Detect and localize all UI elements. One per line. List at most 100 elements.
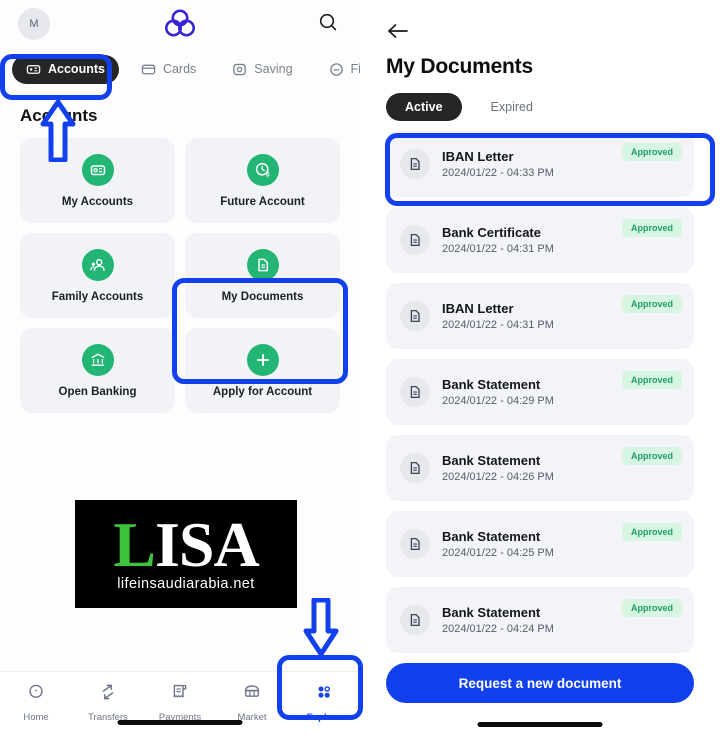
document-icon [400, 377, 430, 407]
document-row[interactable]: IBAN Letter 2024/01/22 - 04:31 PM Approv… [386, 283, 694, 349]
nav-item-market[interactable]: Market [221, 682, 283, 723]
left-app-header: M [0, 0, 360, 48]
document-icon [246, 248, 279, 281]
status-badge: Approved [621, 599, 682, 617]
document-info: Bank Statement 2024/01/22 - 04:25 PM [442, 529, 554, 559]
tab-cards[interactable]: Cards [127, 55, 210, 84]
tile-family-accounts-label: Family Accounts [51, 290, 144, 303]
status-badge: Approved [621, 143, 682, 161]
bottom-navigation: Home Transfers Payments Market Explore [0, 671, 360, 739]
documents-page-title: My Documents [386, 55, 533, 78]
document-info: Bank Statement 2024/01/22 - 04:26 PM [442, 453, 554, 483]
nav-item-transfers[interactable]: Transfers [77, 682, 139, 723]
right-phone-screen: My Documents Active Expired IBAN Letter … [360, 0, 720, 739]
avatar-initial: M [29, 18, 39, 30]
home-indicator-right [477, 722, 603, 727]
page-title: Accounts [20, 106, 98, 125]
screenshot-root: M Accounts Cards Saving Fi Accounts My A… [0, 0, 720, 739]
document-row[interactable]: Bank Certificate 2024/01/22 - 04:31 PM A… [386, 207, 694, 273]
document-row[interactable]: IBAN Letter 2024/01/22 - 04:33 PM Approv… [386, 131, 694, 197]
home-icon [26, 682, 46, 707]
document-name: Bank Certificate [442, 225, 541, 240]
nav-item-explore[interactable]: Explore [293, 682, 355, 723]
status-badge: Approved [621, 523, 682, 541]
credit-card-icon [141, 62, 156, 77]
tile-my-accounts-label: My Accounts [61, 195, 134, 208]
document-icon [400, 149, 430, 179]
back-button[interactable] [360, 10, 720, 45]
nav-item-home[interactable]: Home [5, 682, 67, 723]
document-row[interactable]: Bank Statement 2024/01/22 - 04:25 PM App… [386, 511, 694, 577]
document-info: Bank Statement 2024/01/22 - 04:24 PM [442, 605, 554, 635]
document-row[interactable]: Bank Statement 2024/01/22 - 04:29 PM App… [386, 359, 694, 425]
document-info: Bank Certificate 2024/01/22 - 04:31 PM [442, 225, 554, 255]
tile-apply-for-account[interactable]: Apply for Account [185, 328, 340, 413]
tile-open-banking[interactable]: Open Banking [20, 328, 175, 413]
bank-logo [163, 9, 197, 44]
documents-segmented-control: Active Expired [360, 79, 720, 131]
tab-saving[interactable]: Saving [218, 55, 306, 84]
receipt-icon [170, 682, 190, 707]
nav-item-home-label: Home [23, 712, 49, 723]
tile-family-accounts[interactable]: Family Accounts [20, 233, 175, 318]
document-date: 2024/01/22 - 04:31 PM [442, 243, 554, 255]
status-bar-partial [360, 0, 720, 10]
document-date: 2024/01/22 - 04:26 PM [442, 471, 554, 483]
finance-icon [329, 62, 344, 77]
market-basket-icon [242, 682, 262, 707]
document-name: IBAN Letter [442, 301, 514, 316]
document-info: Bank Statement 2024/01/22 - 04:29 PM [442, 377, 554, 407]
tab-accounts[interactable]: Accounts [12, 54, 119, 84]
lisa-letters-isa: ISA [154, 508, 260, 580]
request-new-document-button[interactable]: Request a new document [386, 663, 694, 703]
account-card-icon [26, 62, 41, 77]
nav-item-payments[interactable]: Payments [149, 682, 211, 723]
left-phone-screen: M Accounts Cards Saving Fi Accounts My A… [0, 0, 360, 739]
tile-open-banking-label: Open Banking [58, 385, 137, 398]
document-date: 2024/01/22 - 04:33 PM [442, 167, 554, 179]
document-date: 2024/01/22 - 04:31 PM [442, 319, 554, 331]
document-date: 2024/01/22 - 04:25 PM [442, 547, 554, 559]
lisa-letter-l: L [113, 508, 156, 580]
document-icon [400, 453, 430, 483]
document-icon [400, 301, 430, 331]
status-badge: Approved [621, 219, 682, 237]
document-date: 2024/01/22 - 04:29 PM [442, 395, 554, 407]
documents-list: IBAN Letter 2024/01/22 - 04:33 PM Approv… [360, 131, 720, 653]
nav-item-explore-label: Explore [306, 712, 342, 723]
status-badge: Approved [621, 371, 682, 389]
document-row[interactable]: Bank Statement 2024/01/22 - 04:26 PM App… [386, 435, 694, 501]
tile-my-documents-label: My Documents [221, 290, 304, 303]
bank-building-icon [81, 343, 114, 376]
avatar[interactable]: M [18, 8, 50, 40]
tab-expired[interactable]: Expired [472, 93, 552, 121]
document-info: IBAN Letter 2024/01/22 - 04:33 PM [442, 149, 554, 179]
tile-future-account[interactable]: $ Future Account [185, 138, 340, 223]
family-person-icon [81, 248, 114, 281]
id-card-icon [81, 153, 114, 186]
lisa-watermark: LISA lifeinsaudiarabia.net [75, 500, 297, 608]
tile-my-documents[interactable]: My Documents [185, 233, 340, 318]
back-arrow-icon [386, 24, 410, 44]
clock-dollar-icon: $ [246, 153, 279, 186]
savings-icon [232, 62, 247, 77]
tab-accounts-label: Accounts [48, 62, 105, 76]
tab-active[interactable]: Active [386, 93, 462, 121]
tab-finance-label: Finan [350, 62, 360, 76]
document-row[interactable]: Bank Statement 2024/01/22 - 04:24 PM App… [386, 587, 694, 653]
tile-future-account-label: Future Account [220, 195, 305, 208]
transfers-arrows-icon [98, 682, 118, 707]
document-icon [400, 529, 430, 559]
tile-my-accounts[interactable]: My Accounts [20, 138, 175, 223]
status-badge: Approved [621, 295, 682, 313]
plus-icon [246, 343, 279, 376]
search-icon[interactable] [318, 12, 338, 37]
document-icon [400, 225, 430, 255]
document-date: 2024/01/22 - 04:24 PM [442, 623, 554, 635]
document-icon [400, 605, 430, 635]
tab-saving-label: Saving [254, 62, 293, 76]
document-name: Bank Statement [442, 377, 541, 392]
category-tabstrip: Accounts Cards Saving Finan [0, 48, 360, 90]
tab-finance[interactable]: Finan [315, 55, 360, 84]
svg-text:$: $ [266, 171, 270, 178]
